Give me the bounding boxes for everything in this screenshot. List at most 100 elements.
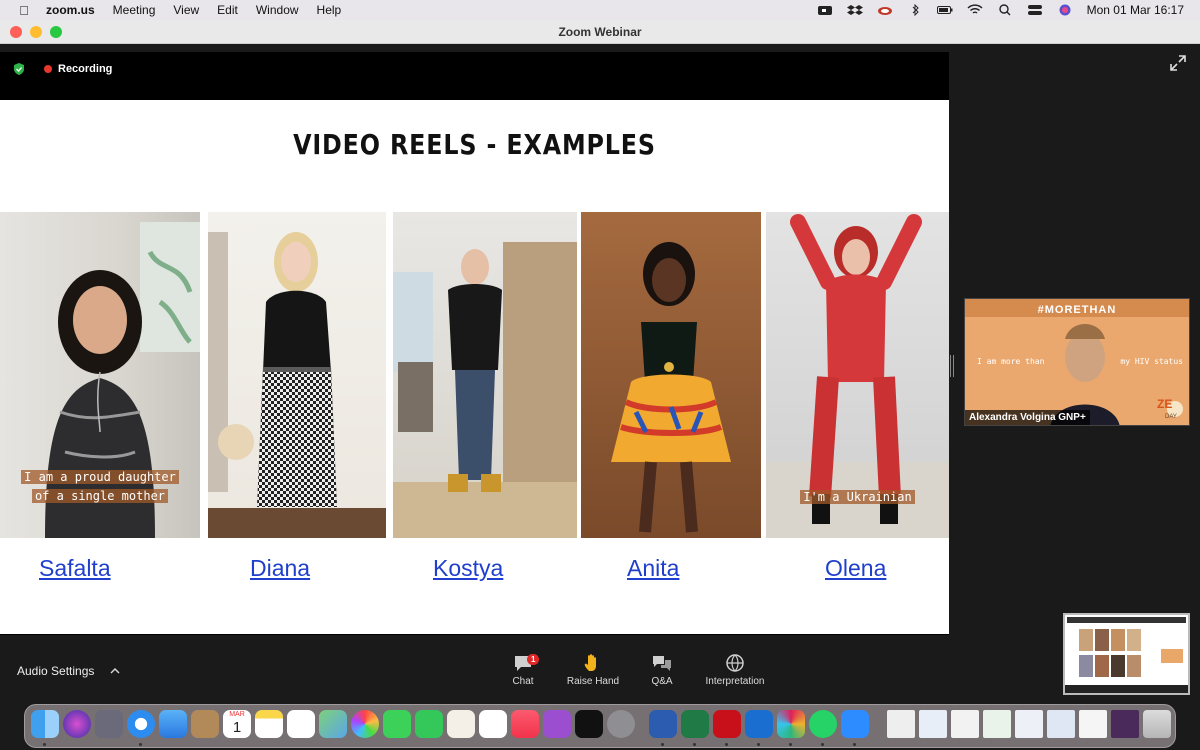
interpretation-label: Interpretation	[705, 676, 765, 687]
caption-line-2: of a single mother	[31, 489, 169, 503]
pages-icon[interactable]	[447, 710, 475, 738]
numbers-icon[interactable]	[479, 710, 507, 738]
banner-right-text: my HIV status	[1120, 357, 1183, 366]
minimized-window-icon[interactable]	[1079, 710, 1107, 738]
outlook-icon[interactable]	[745, 710, 773, 738]
calendar-icon[interactable]: MAR 1	[223, 710, 251, 738]
apple-tv-icon[interactable]	[575, 710, 603, 738]
menu-window[interactable]: Window	[256, 3, 299, 17]
contacts-icon[interactable]	[191, 710, 219, 738]
menu-meeting[interactable]: Meeting	[113, 3, 156, 17]
menu-clock[interactable]: Mon 01 Mar 16:17	[1087, 3, 1184, 17]
fullscreen-expand-icon[interactable]	[1168, 53, 1188, 73]
minimized-window-icon[interactable]	[1111, 710, 1139, 738]
panel-resize-handle[interactable]	[950, 355, 954, 377]
running-indicator	[139, 743, 142, 746]
bluetooth-icon[interactable]	[907, 4, 923, 16]
podcasts-icon[interactable]	[543, 710, 571, 738]
menu-edit[interactable]: Edit	[217, 3, 238, 17]
battery-icon[interactable]	[936, 4, 953, 16]
recording-label: Recording	[58, 63, 113, 75]
slide-title: VIDEO REELS - EXAMPLES	[293, 128, 656, 161]
recording-indicator: Recording	[12, 62, 112, 76]
system-preferences-icon[interactable]	[607, 710, 635, 738]
siri-icon[interactable]	[1057, 4, 1073, 16]
maps-icon[interactable]	[319, 710, 347, 738]
spotlight-search-icon[interactable]	[997, 4, 1013, 16]
excel-icon[interactable]	[681, 710, 709, 738]
minimized-window-icon[interactable]	[887, 710, 915, 738]
minimized-window-icon[interactable]	[1015, 710, 1043, 738]
zoom-window-button[interactable]	[50, 25, 62, 38]
trash-icon[interactable]	[1143, 710, 1171, 738]
control-center-icon[interactable]	[1027, 4, 1043, 16]
caption-line-1: I'm a Ukrainian	[800, 490, 915, 504]
chevron-up-icon[interactable]	[110, 667, 120, 675]
speaker-video-tile[interactable]: #MORETHAN I am more than my HIV status Z…	[964, 298, 1190, 426]
link-diana[interactable]: Diana	[250, 555, 310, 582]
facetime-icon[interactable]	[415, 710, 443, 738]
video-reel-thumbnail-olena: I'm a Ukrainian	[766, 212, 949, 538]
window-title: Zoom Webinar	[558, 24, 642, 39]
minimized-window-icon[interactable]	[919, 710, 947, 738]
thumbnail-preview	[1065, 615, 1188, 693]
menu-view[interactable]: View	[173, 3, 199, 17]
interpretation-button[interactable]: Interpretation	[690, 653, 780, 687]
macos-dock: MAR 1	[24, 704, 1176, 748]
link-anita[interactable]: Anita	[627, 555, 679, 582]
close-window-button[interactable]	[10, 25, 22, 38]
raise-hand-icon	[584, 654, 596, 671]
shared-screen: Recording VIDEO REELS - EXAMPLES I am a …	[0, 52, 949, 635]
slack-icon[interactable]	[777, 710, 805, 738]
word-icon[interactable]	[649, 710, 677, 738]
chat-unread-badge: 1	[527, 654, 540, 665]
security-shield-icon[interactable]	[12, 62, 26, 76]
meeting-toolbar: Audio Settings 1 Chat Raise Hand Q&A Int…	[0, 647, 1200, 691]
globe-icon	[726, 654, 744, 672]
qa-label: Q&A	[651, 676, 673, 687]
menu-help[interactable]: Help	[317, 3, 342, 17]
audio-settings-control[interactable]: Audio Settings	[17, 664, 120, 678]
link-kostya[interactable]: Kostya	[433, 555, 503, 582]
presentation-slide: VIDEO REELS - EXAMPLES I am a proud daug…	[0, 100, 949, 634]
notes-icon[interactable]	[255, 710, 283, 738]
apple-menu-icon[interactable]: 	[16, 3, 32, 18]
siri-icon[interactable]	[63, 710, 91, 738]
safari-icon[interactable]	[127, 710, 155, 738]
mail-icon[interactable]	[159, 710, 187, 738]
running-indicator	[725, 743, 728, 746]
link-olena[interactable]: Olena	[825, 555, 886, 582]
video-reel-thumbnail-anita	[581, 212, 761, 538]
person-illustration	[393, 242, 577, 538]
wifi-icon[interactable]	[967, 4, 983, 16]
zoom-status-icon[interactable]	[817, 4, 833, 16]
minimized-window-icon[interactable]	[983, 710, 1011, 738]
mac-menu-bar:  zoom.us Meeting View Edit Window Help …	[0, 0, 1200, 20]
zoom-icon[interactable]	[841, 710, 869, 738]
whatsapp-icon[interactable]	[809, 710, 837, 738]
minimize-window-button[interactable]	[30, 25, 42, 38]
chat-label: Chat	[512, 676, 534, 687]
banner-hashtag: #MORETHAN	[1037, 304, 1117, 316]
speaker-name-tag: Alexandra Volgina GNP+	[965, 410, 1090, 425]
video-reel-thumbnail-diana	[208, 212, 386, 538]
music-icon[interactable]	[511, 710, 539, 738]
menu-app-name[interactable]: zoom.us	[46, 3, 95, 17]
creative-cloud-icon[interactable]	[877, 4, 893, 16]
minimized-window-icon[interactable]	[951, 710, 979, 738]
acrobat-icon[interactable]	[713, 710, 741, 738]
minimized-window-icon[interactable]	[1047, 710, 1075, 738]
reel-caption: I am a proud daughter of a single mother	[0, 468, 200, 506]
finder-icon[interactable]	[31, 710, 59, 738]
dropbox-icon[interactable]	[846, 4, 863, 16]
link-safalta[interactable]: Safalta	[39, 555, 111, 582]
launchpad-icon[interactable]	[95, 710, 123, 738]
photos-icon[interactable]	[351, 710, 379, 738]
audio-settings-label[interactable]: Audio Settings	[17, 664, 94, 678]
running-indicator	[43, 743, 46, 746]
running-indicator	[661, 743, 664, 746]
reminders-icon[interactable]	[287, 710, 315, 738]
shared-screen-thumbnail[interactable]	[1063, 613, 1190, 695]
messages-icon[interactable]	[383, 710, 411, 738]
raise-hand-label: Raise Hand	[566, 676, 620, 687]
